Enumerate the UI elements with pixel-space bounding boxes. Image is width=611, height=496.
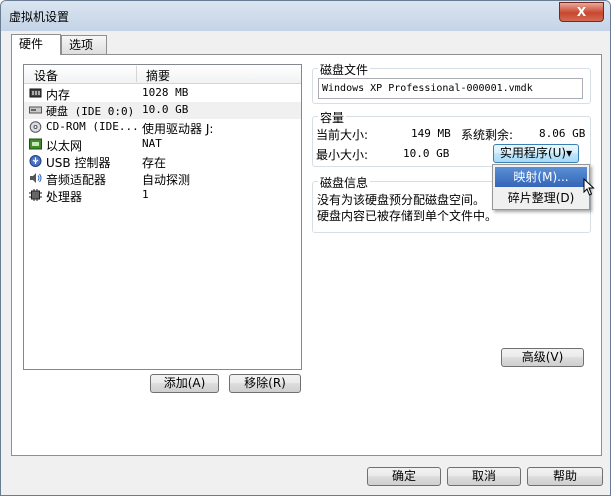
disk-file-path-field[interactable]: Windows XP Professional-000001.vmdk — [318, 78, 583, 99]
network-icon — [29, 138, 42, 150]
min-size-label: 最小大小: — [316, 148, 369, 162]
free-space-label: 系统剩余: — [461, 128, 514, 142]
device-summary: 1028 MB — [142, 86, 189, 99]
menu-item-defragment[interactable]: 碎片整理(D) — [495, 188, 587, 208]
help-button[interactable]: 帮助 — [527, 467, 603, 486]
ok-button[interactable]: 确定 — [367, 467, 441, 486]
disk-info-title: 磁盘信息 — [318, 174, 371, 191]
capacity-title: 容量 — [318, 109, 347, 126]
column-header-device[interactable]: 设备 — [34, 67, 58, 84]
capacity-group: 容量 当前大小: 149 MB 系统剩余: 8.06 GB 最小大小: 10.0… — [312, 109, 591, 167]
chevron-down-icon: ▾ — [566, 146, 573, 160]
hardware-panel: 设备 摘要 内存 1028 MB 硬盘 (IDE 0:0) 10.0 GB CD… — [11, 54, 602, 456]
vm-settings-window: 虚拟机设置 X 硬件 选项 设备 摘要 内存 1028 MB 硬盘 (IDE 0… — [0, 0, 611, 496]
device-name: 处理器 — [46, 190, 83, 204]
title-bar: 虚拟机设置 X — [1, 1, 610, 31]
device-name: USB 控制器 — [46, 156, 111, 170]
cdrom-icon — [29, 121, 42, 133]
cpu-icon — [29, 189, 42, 201]
column-header-summary[interactable]: 摘要 — [146, 67, 170, 84]
add-button[interactable]: 添加(A) — [150, 374, 219, 393]
usb-icon — [29, 155, 42, 167]
device-summary: NAT — [142, 137, 162, 150]
current-size-label: 当前大小: — [316, 128, 369, 142]
mouse-cursor-icon — [583, 177, 595, 199]
device-row-audio[interactable]: 音频适配器 自动探测 — [24, 170, 301, 187]
hard-disk-icon — [29, 104, 42, 116]
menu-item-map[interactable]: 映射(M)... — [495, 167, 587, 187]
device-name: 音频适配器 — [46, 173, 107, 187]
remove-button[interactable]: 移除(R) — [229, 374, 301, 393]
advanced-button[interactable]: 高级(V) — [501, 348, 584, 367]
column-separator[interactable] — [136, 66, 137, 82]
min-size-value: 10.0 GB — [403, 147, 450, 160]
device-summary: 10.0 GB — [142, 103, 189, 116]
device-summary: 1 — [142, 188, 149, 201]
utilities-menu: 映射(M)... 碎片整理(D) — [492, 164, 590, 210]
tab-options[interactable]: 选项 — [61, 35, 107, 54]
close-button[interactable]: X — [559, 2, 604, 22]
device-row-ethernet[interactable]: 以太网 NAT — [24, 136, 301, 153]
device-name: 以太网 — [46, 139, 83, 153]
memory-icon — [29, 87, 42, 99]
device-row-hard-disk[interactable]: 硬盘 (IDE 0:0) 10.0 GB — [24, 102, 301, 119]
disk-file-group: 磁盘文件 Windows XP Professional-000001.vmdk — [312, 61, 591, 104]
device-name: 硬盘 (IDE 0:0) — [46, 105, 135, 118]
tab-hardware[interactable]: 硬件 — [11, 34, 61, 55]
current-size-value: 149 MB — [411, 127, 451, 140]
device-summary: 使用驱动器 J: — [142, 122, 214, 136]
cancel-button[interactable]: 取消 — [447, 467, 521, 486]
device-row-cdrom[interactable]: CD-ROM (IDE... 使用驱动器 J: — [24, 119, 301, 136]
disk-file-title: 磁盘文件 — [318, 61, 371, 78]
free-space-value: 8.06 GB — [539, 127, 586, 140]
device-name: CD-ROM (IDE... — [46, 120, 139, 133]
disk-info-line-2: 硬盘内容已被存储到单个文件中。 — [317, 209, 498, 223]
window-title: 虚拟机设置 — [9, 10, 70, 24]
device-list[interactable]: 设备 摘要 内存 1028 MB 硬盘 (IDE 0:0) 10.0 GB CD… — [23, 64, 302, 370]
disk-info-line-1: 没有为该硬盘预分配磁盘空间。 — [317, 193, 486, 207]
audio-icon — [29, 172, 42, 184]
utilities-button[interactable]: 实用程序(U)▾ — [493, 144, 579, 163]
device-row-memory[interactable]: 内存 1028 MB — [24, 85, 301, 102]
device-summary: 自动探测 — [142, 173, 191, 187]
device-list-header: 设备 摘要 — [24, 65, 301, 84]
device-summary: 存在 — [142, 156, 167, 170]
device-row-processor[interactable]: 处理器 1 — [24, 187, 301, 204]
device-name: 内存 — [46, 88, 71, 102]
utilities-button-label: 实用程序(U) — [499, 146, 567, 160]
device-row-usb[interactable]: USB 控制器 存在 — [24, 153, 301, 170]
